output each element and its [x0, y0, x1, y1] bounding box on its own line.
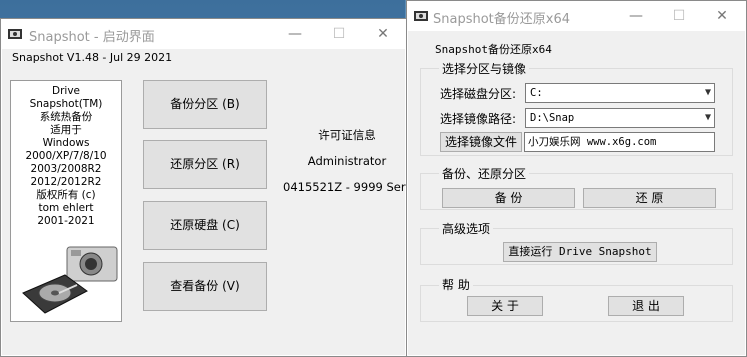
- image-path-value: D:\Snap: [530, 112, 575, 124]
- camera-disk-illustration: [22, 246, 118, 314]
- app-label: Snapshot备份还原x64: [435, 43, 552, 56]
- snapshot-app-icon: [413, 8, 429, 24]
- close-icon[interactable]: ✕: [713, 7, 731, 25]
- snapshot-app-icon: [7, 26, 23, 42]
- minimize-icon[interactable]: —: [286, 25, 304, 43]
- info-text: Drive Snapshot(TM) 系统热备份 适用于 Windows 200…: [11, 85, 121, 228]
- restore-partition-button[interactable]: 还原分区 (R): [143, 140, 267, 189]
- info-line: Windows: [42, 137, 90, 149]
- version-text: Snapshot V1.48 - Jul 29 2021: [12, 51, 173, 64]
- help-group-label: 帮 助: [439, 276, 473, 293]
- backup-restore-window: Snapshot备份还原x64 — ☐ ✕ Snapshot备份还原x64 选择…: [406, 0, 747, 357]
- disk-partition-value: C:: [530, 87, 543, 99]
- license-title: 许可证信息: [318, 128, 376, 142]
- startup-window: Snapshot - 启动界面 — ☐ ✕ Snapshot V1.48 - J…: [0, 18, 430, 357]
- image-path-select[interactable]: D:\Snap ▼: [525, 108, 715, 128]
- image-file-input[interactable]: 小刀娱乐网 www.x6g.com: [524, 132, 715, 152]
- select-partition-group-label: 选择分区与镜像: [439, 60, 530, 77]
- backup-restore-client-area: Snapshot备份还原x64 选择分区与镜像 选择磁盘分区: C: ▼ 选择镜…: [408, 31, 745, 355]
- window-title: Snapshot - 启动界面: [29, 30, 155, 45]
- chevron-down-icon: ▼: [704, 112, 711, 123]
- about-button[interactable]: 关 于: [467, 296, 543, 316]
- restore-disk-button[interactable]: 还原硬盘 (C): [143, 201, 267, 250]
- view-backup-button[interactable]: 查看备份 (V): [143, 262, 267, 311]
- image-path-label: 选择镜像路径:: [440, 112, 517, 126]
- window-title: Snapshot备份还原x64: [433, 12, 571, 27]
- info-line: Snapshot(TM): [29, 98, 103, 110]
- info-line: 2012/2012R2: [30, 176, 102, 188]
- startup-client-area: Snapshot V1.48 - Jul 29 2021 Drive Snaps…: [2, 49, 430, 355]
- advanced-options-group-label: 高级选项: [439, 220, 494, 237]
- restore-button[interactable]: 还 原: [583, 188, 716, 208]
- exit-button[interactable]: 退 出: [608, 296, 684, 316]
- run-drive-snapshot-button[interactable]: 直接运行 Drive Snapshot: [503, 242, 657, 262]
- info-line: tom ehlert: [38, 202, 94, 214]
- info-line: 版权所有 (c): [36, 189, 96, 201]
- maximize-icon: ☐: [332, 26, 346, 42]
- info-line: 适用于: [50, 124, 82, 136]
- info-panel: Drive Snapshot(TM) 系统热备份 适用于 Windows 200…: [10, 80, 122, 322]
- backup-restore-titlebar[interactable]: Snapshot备份还原x64 — ☐ ✕: [407, 1, 746, 31]
- select-image-file-button[interactable]: 选择镜像文件: [440, 132, 522, 152]
- chevron-down-icon: ▼: [704, 87, 711, 98]
- info-line: Drive: [52, 85, 80, 97]
- backup-button[interactable]: 备 份: [442, 188, 575, 208]
- maximize-icon: ☐: [672, 8, 686, 24]
- license-user: Administrator: [307, 154, 387, 168]
- info-line: 2003/2008R2: [30, 163, 102, 175]
- info-line: 2000/XP/7/8/10: [25, 150, 107, 162]
- startup-window-titlebar[interactable]: Snapshot - 启动界面 — ☐ ✕: [1, 19, 406, 49]
- backup-partition-button[interactable]: 备份分区 (B): [143, 80, 267, 129]
- info-line: 系统热备份: [39, 111, 93, 123]
- license-key: 0415521Z - 9999 Servers: [283, 180, 431, 194]
- backup-restore-group-label: 备份、还原分区: [439, 165, 530, 182]
- disk-partition-select[interactable]: C: ▼: [525, 83, 715, 103]
- disk-partition-label: 选择磁盘分区:: [440, 87, 517, 101]
- info-line: 2001-2021: [37, 215, 95, 227]
- close-icon[interactable]: ✕: [374, 25, 392, 43]
- minimize-icon[interactable]: —: [627, 7, 645, 25]
